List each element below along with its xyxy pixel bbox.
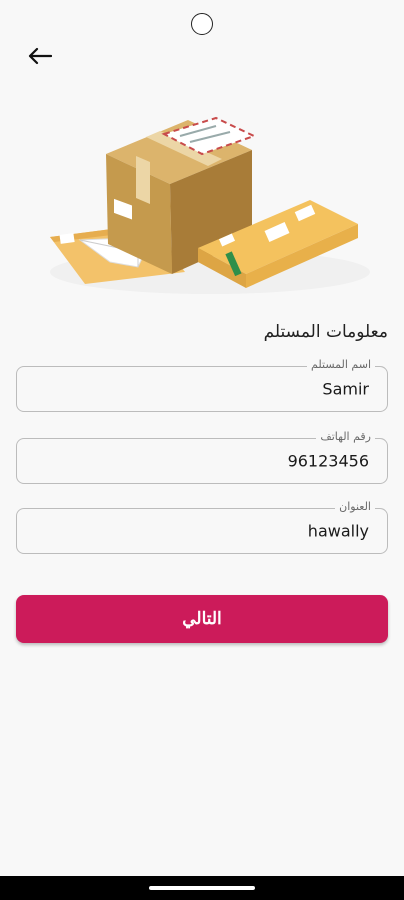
phone-number-field[interactable]: رقم الهاتف	[16, 430, 388, 484]
address-field[interactable]: العنوان	[16, 500, 388, 554]
status-bar	[0, 0, 404, 46]
section-title: معلومات المستلم	[263, 322, 388, 342]
arrow-left-icon	[28, 47, 52, 65]
camera-cutout	[191, 13, 213, 35]
phone-number-input[interactable]	[49, 451, 369, 471]
recipient-name-label: اسم المستلم	[307, 358, 375, 371]
packages-illustration	[50, 116, 370, 294]
recipient-name-field[interactable]: اسم المستلم	[16, 358, 388, 412]
address-input[interactable]	[49, 521, 369, 541]
address-label: العنوان	[335, 500, 375, 513]
navigation-bar	[0, 876, 404, 900]
home-handle[interactable]	[149, 886, 255, 890]
next-button[interactable]: التالي	[16, 595, 388, 643]
back-button[interactable]	[22, 40, 58, 72]
phone-number-label: رقم الهاتف	[316, 430, 375, 443]
recipient-name-input[interactable]	[49, 379, 369, 399]
